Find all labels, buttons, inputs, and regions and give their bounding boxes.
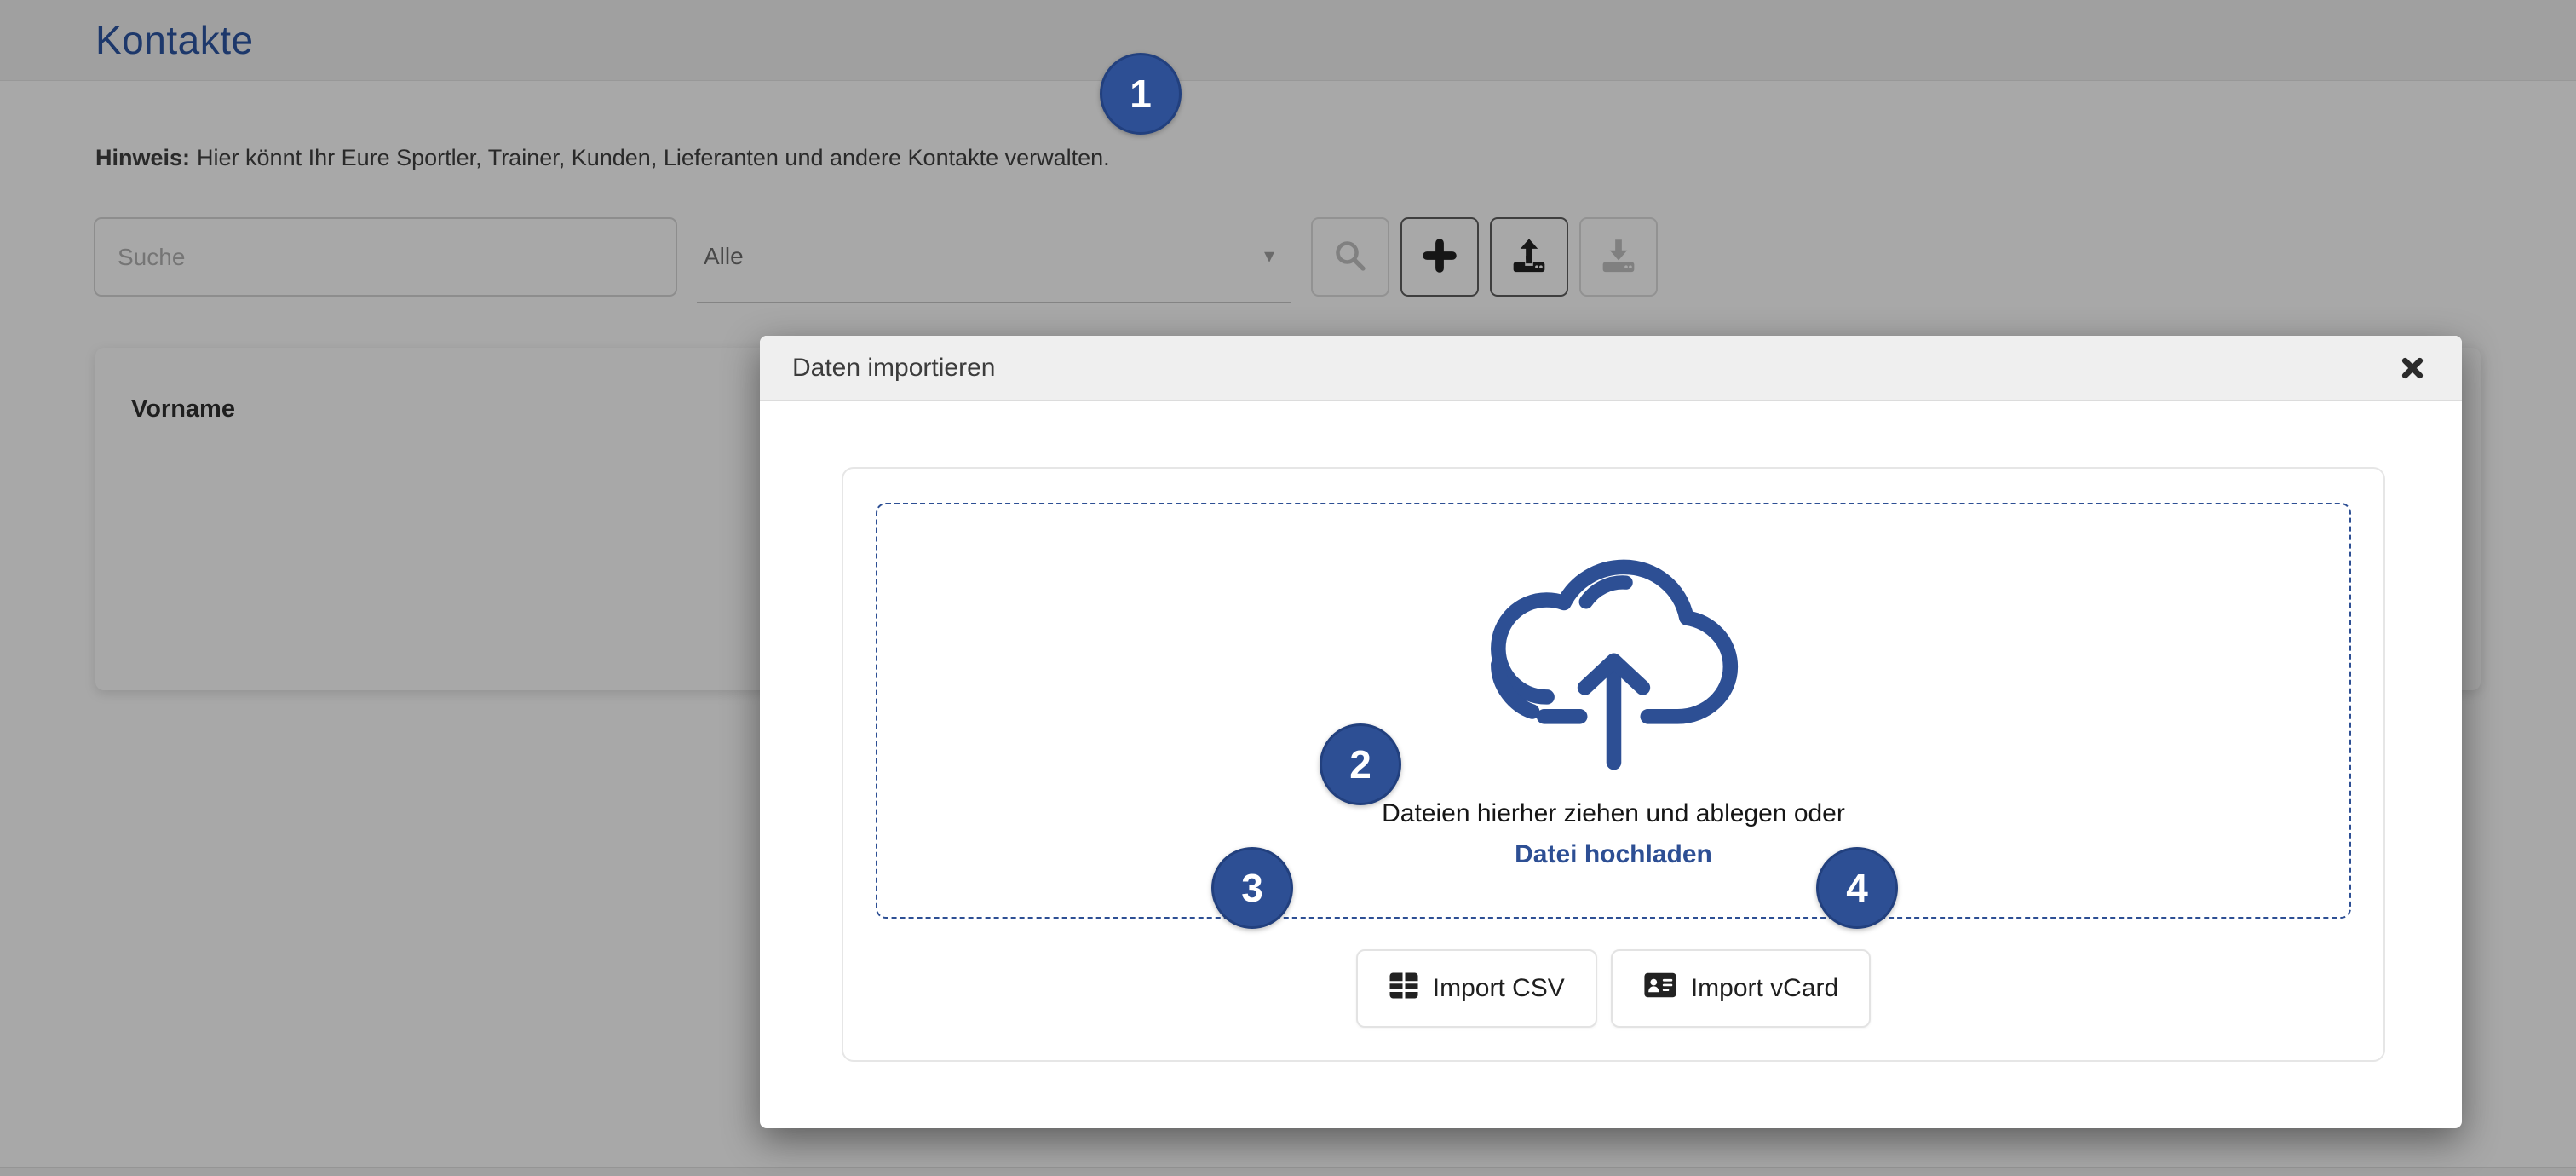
dropzone-text: Dateien hierher ziehen und ablegen oder xyxy=(1382,799,1845,828)
close-button[interactable] xyxy=(2399,355,2426,382)
annotation-badge-2: 2 xyxy=(1320,723,1401,805)
import-modal: Daten importieren xyxy=(760,336,2462,1128)
kontakte-page: Kontakte Hinweis:Hier könnt Ihr Eure Spo… xyxy=(0,0,2576,1176)
import-panel: Dateien hierher ziehen und ablegen oder … xyxy=(842,467,2385,1062)
annotation-badge-1: 1 xyxy=(1100,53,1182,135)
annotation-badge-4: 4 xyxy=(1816,847,1898,929)
close-icon xyxy=(2399,372,2426,384)
modal-title: Daten importieren xyxy=(792,354,2399,383)
cloud-upload-icon xyxy=(1484,553,1744,781)
annotation-badge-3: 3 xyxy=(1211,847,1293,929)
modal-body: Dateien hierher ziehen und ablegen oder … xyxy=(760,401,2462,1128)
file-dropzone[interactable]: Dateien hierher ziehen und ablegen oder … xyxy=(876,503,2351,919)
address-card-icon xyxy=(1643,971,1677,1006)
table-icon xyxy=(1389,971,1419,1006)
import-csv-button[interactable]: Import CSV xyxy=(1356,949,1597,1028)
import-vcard-button[interactable]: Import vCard xyxy=(1611,949,1871,1028)
import-actions: Import CSV Import vCard xyxy=(876,949,2351,1028)
upload-file-link[interactable]: Datei hochladen xyxy=(1515,840,1712,869)
modal-header: Daten importieren xyxy=(760,336,2462,401)
